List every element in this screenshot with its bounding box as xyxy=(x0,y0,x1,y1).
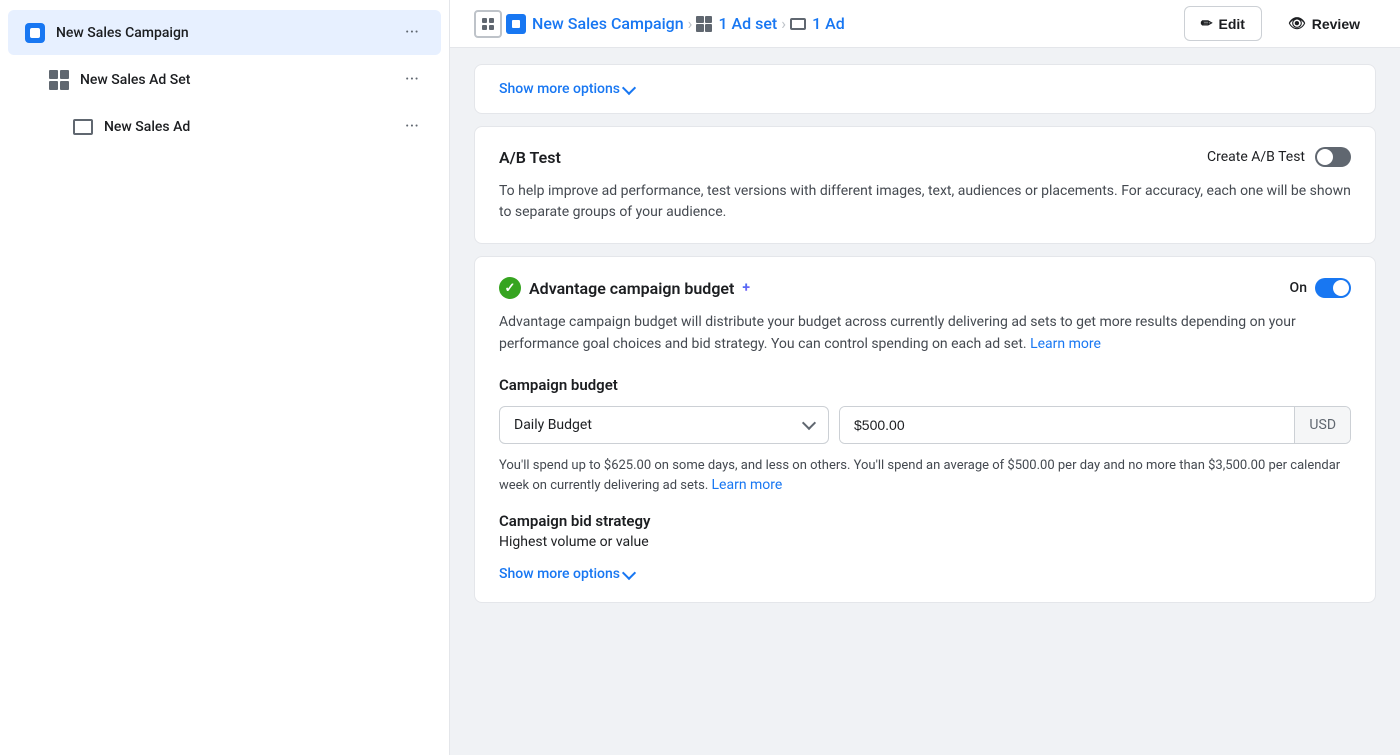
top-nav: New Sales Campaign › 1 Ad set › 1 Ad ✏ E… xyxy=(450,0,1400,48)
advantage-learn-more-link[interactable]: Learn more xyxy=(1030,336,1101,352)
advantage-description: Advantage campaign budget will distribut… xyxy=(499,311,1351,356)
budget-amount-field[interactable] xyxy=(840,407,1294,443)
ab-test-title: A/B Test xyxy=(499,148,561,167)
sidebar-campaign-more-icon[interactable]: ··· xyxy=(399,20,425,45)
advantage-toggle-group: On xyxy=(1290,278,1351,298)
sidebar-adset-label: New Sales Ad Set xyxy=(80,72,190,88)
edit-button[interactable]: ✏ Edit xyxy=(1184,6,1262,41)
breadcrumb-sep-1: › xyxy=(688,14,693,33)
campaign-budget-label: Campaign budget xyxy=(499,376,1351,394)
show-more-top-label: Show more options xyxy=(499,81,620,97)
chevron-down-icon-top xyxy=(622,80,636,94)
bid-strategy-label: Campaign bid strategy xyxy=(499,512,1351,530)
dropdown-chevron-icon xyxy=(802,416,816,430)
sidebar-item-ad[interactable]: New Sales Ad ··· xyxy=(8,104,441,149)
ad-icon xyxy=(72,116,94,138)
budget-amount-input: USD xyxy=(839,406,1351,444)
budget-currency-label: USD xyxy=(1294,407,1350,443)
ab-test-toggle[interactable] xyxy=(1315,147,1351,167)
budget-type-value: Daily Budget xyxy=(514,417,592,433)
advantage-desc-text: Advantage campaign budget will distribut… xyxy=(499,314,1296,352)
budget-note-learn-more-link[interactable]: Learn more xyxy=(712,477,783,493)
create-ab-test-label: Create A/B Test xyxy=(1207,149,1305,165)
ab-test-description: To help improve ad performance, test ver… xyxy=(499,181,1351,223)
main-content: New Sales Campaign › 1 Ad set › 1 Ad ✏ E… xyxy=(450,0,1400,755)
budget-note: You'll spend up to $625.00 on some days,… xyxy=(499,456,1351,497)
nav-actions: ✏ Edit 👁 Review xyxy=(1184,6,1376,41)
budget-inputs: Daily Budget USD xyxy=(499,406,1351,444)
show-more-bottom-link[interactable]: Show more options xyxy=(499,566,1351,582)
budget-note-learn-more-label: Learn more xyxy=(712,477,783,493)
ad-breadcrumb-icon xyxy=(790,18,806,30)
plus-advantage-icon: + xyxy=(742,280,750,296)
bid-strategy-value: Highest volume or value xyxy=(499,534,1351,550)
chevron-down-icon-bottom xyxy=(622,566,636,580)
green-check-icon xyxy=(499,277,521,299)
content-area: Show more options A/B Test Create A/B Te… xyxy=(450,48,1400,619)
ab-test-toggle-slider xyxy=(1315,147,1351,167)
budget-note-text: You'll spend up to $625.00 on some days,… xyxy=(499,458,1340,494)
ab-test-action: Create A/B Test xyxy=(1207,147,1351,167)
sidebar-item-adset[interactable]: New Sales Ad Set ··· xyxy=(8,57,441,102)
advantage-on-label: On xyxy=(1290,280,1307,296)
breadcrumb-sep-2: › xyxy=(781,14,786,33)
breadcrumb-adset[interactable]: 1 Ad set xyxy=(696,14,777,33)
advantage-title-group: Advantage campaign budget + xyxy=(499,277,750,299)
nav-icon-box xyxy=(474,10,502,38)
sidebar-adset-more-icon[interactable]: ··· xyxy=(399,67,425,92)
advantage-title: Advantage campaign budget xyxy=(529,279,734,298)
sidebar: New Sales Campaign ··· New Sales Ad Set … xyxy=(0,0,450,755)
campaign-breadcrumb-icon xyxy=(506,14,526,34)
pencil-icon: ✏ xyxy=(1201,15,1213,32)
breadcrumb-ad[interactable]: 1 Ad xyxy=(790,14,845,33)
show-more-top-card: Show more options xyxy=(474,64,1376,114)
breadcrumb-ad-label: 1 Ad xyxy=(812,14,845,33)
adset-icon xyxy=(48,69,70,91)
advantage-header: Advantage campaign budget + On xyxy=(499,277,1351,299)
show-more-bottom-label: Show more options xyxy=(499,566,620,582)
breadcrumb: New Sales Campaign › 1 Ad set › 1 Ad xyxy=(474,10,845,38)
adset-breadcrumb-icon xyxy=(696,16,712,32)
ab-test-header: A/B Test Create A/B Test xyxy=(499,147,1351,167)
advantage-toggle-slider xyxy=(1315,278,1351,298)
show-more-top-link[interactable]: Show more options xyxy=(499,81,1351,97)
breadcrumb-campaign-label: New Sales Campaign xyxy=(532,14,684,33)
sidebar-adset-left: New Sales Ad Set xyxy=(48,69,190,91)
sidebar-ad-more-icon[interactable]: ··· xyxy=(399,114,425,139)
sidebar-item-campaign[interactable]: New Sales Campaign ··· xyxy=(8,10,441,55)
sidebar-campaign-label: New Sales Campaign xyxy=(56,25,189,41)
ab-test-card: A/B Test Create A/B Test To help improve… xyxy=(474,126,1376,244)
budget-type-dropdown[interactable]: Daily Budget xyxy=(499,406,829,444)
breadcrumb-adset-label: 1 Ad set xyxy=(718,14,777,33)
breadcrumb-campaign[interactable]: New Sales Campaign xyxy=(506,14,684,34)
edit-label: Edit xyxy=(1219,16,1245,32)
layout-icon xyxy=(481,17,495,31)
campaign-budget-section: Campaign budget Daily Budget USD You'll … xyxy=(499,376,1351,583)
sidebar-ad-label: New Sales Ad xyxy=(104,119,190,135)
advantage-budget-card: Advantage campaign budget + On Advantage… xyxy=(474,256,1376,603)
review-button[interactable]: 👁 Review xyxy=(1272,7,1376,40)
advantage-toggle[interactable] xyxy=(1315,278,1351,298)
sidebar-ad-left: New Sales Ad xyxy=(72,116,190,138)
campaign-icon xyxy=(24,22,46,44)
advantage-learn-more-label: Learn more xyxy=(1030,336,1101,352)
sidebar-item-left: New Sales Campaign xyxy=(24,22,189,44)
eye-icon: 👁 xyxy=(1288,15,1306,32)
review-label: Review xyxy=(1312,16,1360,32)
